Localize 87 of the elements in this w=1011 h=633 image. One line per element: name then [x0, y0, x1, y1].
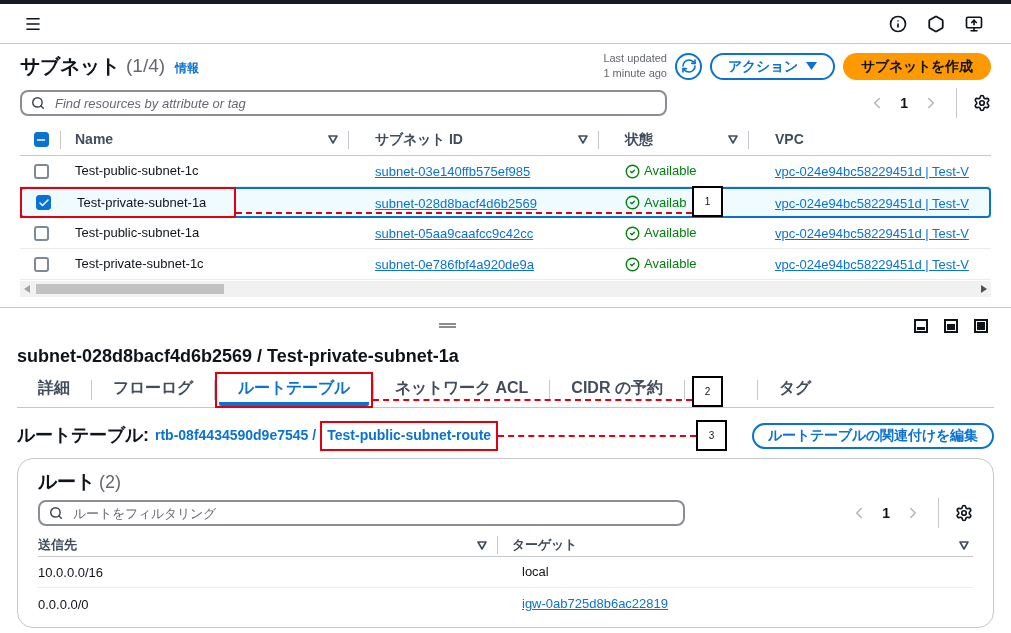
- settings-icon[interactable]: [955, 504, 973, 522]
- scroll-right-icon[interactable]: [981, 285, 987, 293]
- refresh-icon: [680, 58, 697, 74]
- edit-association-button[interactable]: ルートテーブルの関連付けを編集: [752, 422, 994, 449]
- page-number[interactable]: 1: [896, 92, 912, 114]
- search-icon: [31, 96, 45, 110]
- route-destination: 0.0.0.0/0: [38, 596, 89, 612]
- subnet-id-link[interactable]: subnet-0e786fbf4a920de9a: [375, 257, 535, 272]
- available-icon: [625, 256, 640, 272]
- actions-button[interactable]: アクション: [710, 52, 835, 80]
- subnet-name: Test-private-subnet-1c: [74, 255, 204, 274]
- search-field[interactable]: Find resources by attribute or tag: [20, 90, 667, 116]
- last-updated-text: 1 minute ago: [603, 66, 667, 81]
- status-text: Available: [644, 224, 697, 243]
- callout-label: 1: [692, 186, 723, 217]
- panel-layout-icon[interactable]: [974, 319, 988, 333]
- horizontal-scrollbar[interactable]: [20, 281, 991, 297]
- table-row[interactable]: Test-private-subnet-1c subnet-0e786fbf4a920de9a Available vpc-024e94bc58229451d | Test-V: [20, 249, 991, 280]
- vpc-link[interactable]: vpc-024e94bc58229451d | Test-V: [775, 195, 969, 211]
- caret-icon: [806, 62, 817, 70]
- resize-handle[interactable]: [439, 323, 456, 328]
- last-updated-text: Last updated: [603, 51, 667, 66]
- available-icon: [625, 225, 640, 241]
- tab[interactable]: CIDR の予約: [550, 372, 684, 408]
- subnet-id-link[interactable]: subnet-03e140ffb575ef985: [375, 164, 531, 179]
- checkbox[interactable]: [33, 132, 49, 147]
- sort-icon[interactable]: [328, 135, 338, 144]
- table-row[interactable]: Test-public-subnet-1a subnet-05aa9caafcc9c42cc Available vpc-024e94bc58229451d | Test-V: [20, 218, 991, 249]
- settings-icon[interactable]: [973, 94, 991, 112]
- checkbox[interactable]: [34, 225, 49, 241]
- sort-icon[interactable]: [728, 135, 738, 144]
- available-icon: [625, 195, 640, 210]
- column-header[interactable]: サブネット ID: [375, 129, 463, 150]
- tab[interactable]: タグ: [757, 372, 832, 408]
- create-subnet-button[interactable]: サブネットを作成: [843, 52, 991, 80]
- refresh-button[interactable]: [675, 52, 702, 80]
- status-text: Available: [644, 162, 697, 181]
- status-text: Availab: [644, 193, 687, 212]
- separator: /: [312, 426, 317, 445]
- search-icon: [49, 506, 63, 520]
- gateway-link[interactable]: igw-0ab725d8b6ac22819: [522, 593, 668, 614]
- tab[interactable]: ルートテーブル: [219, 373, 369, 406]
- sort-icon[interactable]: [959, 540, 969, 550]
- subnet-name: Test-public-subnet-1c: [74, 162, 199, 181]
- callout-label: 2: [692, 376, 723, 407]
- column-header[interactable]: VPC: [775, 129, 804, 150]
- selection-count: (1/4): [126, 53, 166, 78]
- column-header[interactable]: 送信先: [38, 535, 77, 555]
- checkbox[interactable]: [34, 256, 49, 272]
- vpc-link[interactable]: vpc-024e94bc58229451d | Test-V: [775, 226, 969, 241]
- routes-title: ルート: [38, 469, 95, 494]
- detail-title: subnet-028d8bacf4d6b2569 / Test-private-subnet-1a: [17, 344, 459, 368]
- screen-icon[interactable]: [965, 14, 983, 33]
- column-header[interactable]: ターゲット: [512, 535, 577, 555]
- info-icon[interactable]: [889, 14, 907, 33]
- route-destination: 10.0.0.0/16: [38, 565, 104, 580]
- tab[interactable]: 詳細: [17, 372, 91, 408]
- check-icon: [37, 196, 50, 209]
- available-icon: [625, 163, 640, 179]
- checkbox[interactable]: [36, 195, 51, 210]
- route-table-id-link[interactable]: rtb-08f4434590d9e7545: [155, 425, 309, 446]
- callout-label: 3: [696, 420, 727, 451]
- panel-layout-icon[interactable]: [914, 319, 928, 333]
- route-filter-field[interactable]: ルートをフィルタリング: [38, 500, 685, 526]
- vpc-link[interactable]: vpc-024e94bc58229451d | Test-V: [775, 257, 969, 272]
- page-title: サブネット: [20, 54, 120, 79]
- subnet-id-link[interactable]: subnet-028d8bacf4d6b2569: [375, 195, 537, 211]
- hexagon-icon[interactable]: [927, 14, 945, 33]
- sort-icon[interactable]: [578, 135, 588, 144]
- info-link[interactable]: 情報: [175, 59, 200, 77]
- column-header[interactable]: 状態: [625, 129, 653, 150]
- routes-count: (2): [99, 470, 121, 494]
- page-number[interactable]: 1: [878, 502, 894, 524]
- route-table-name-link[interactable]: Test-public-subnet-route: [327, 425, 492, 446]
- status-text: Available: [644, 255, 697, 274]
- vpc-link[interactable]: vpc-024e94bc58229451d | Test-V: [775, 164, 969, 179]
- checkbox[interactable]: [34, 163, 49, 179]
- sort-icon[interactable]: [477, 540, 487, 550]
- panel-layout-icon[interactable]: [944, 319, 958, 333]
- tab[interactable]: フローログ: [92, 372, 214, 408]
- subnet-name: Test-public-subnet-1a: [74, 224, 200, 243]
- subnet-id-link[interactable]: subnet-05aa9caafcc9c42cc: [375, 226, 534, 241]
- route-target: local: [522, 563, 549, 582]
- route-table-heading: ルートテーブル:: [17, 424, 149, 447]
- column-header[interactable]: Name: [75, 129, 114, 150]
- subnet-name: Test-private-subnet-1a: [76, 193, 207, 212]
- tab[interactable]: ネットワーク ACL: [374, 372, 550, 408]
